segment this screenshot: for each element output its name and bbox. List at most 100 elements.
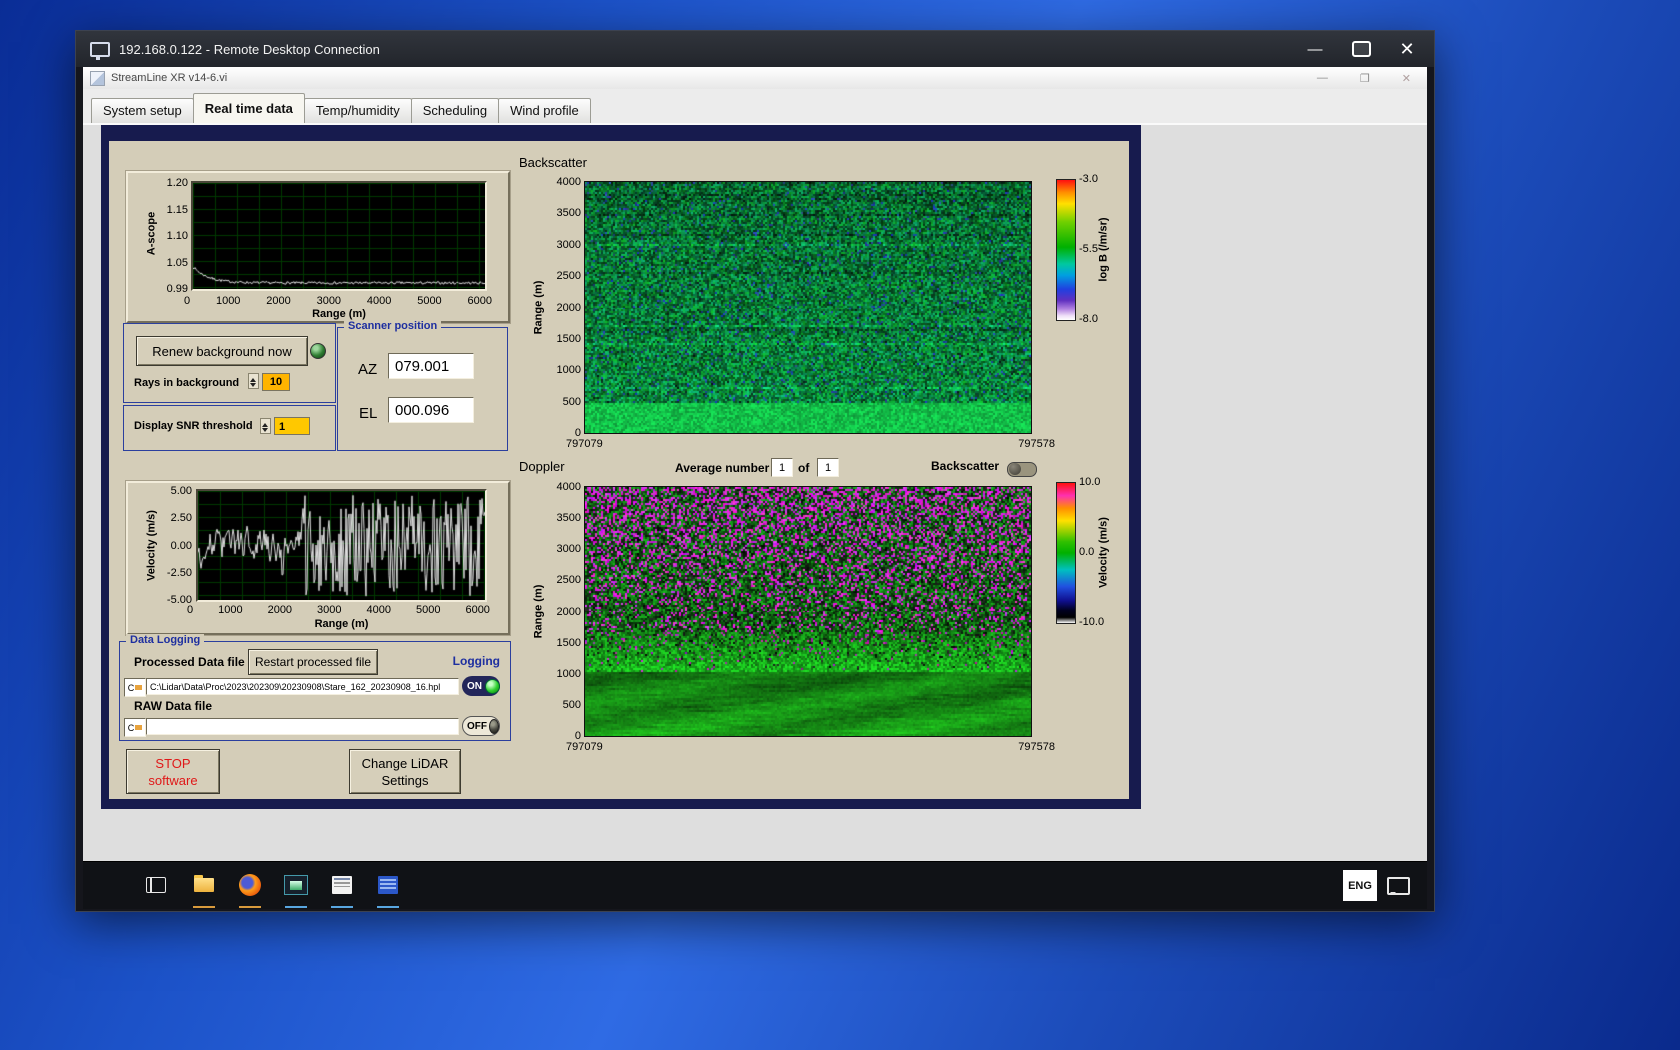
tick-label: 797079 [566, 438, 603, 450]
scan-scheduler-button[interactable] [329, 872, 355, 898]
toggle-off-label: OFF [467, 720, 487, 732]
processed-path-input[interactable] [146, 678, 459, 695]
backscatter-colorbar [1056, 179, 1076, 321]
rays-spinner[interactable] [248, 373, 259, 389]
doppler-y-ticks: 4000 3500 3000 2500 2000 1500 1000 500 0 [539, 481, 581, 742]
average-number-field[interactable]: 1 [771, 458, 793, 477]
backscatter-display-toggle[interactable] [1007, 462, 1037, 477]
stop-line2: software [148, 772, 198, 788]
rdp-window-controls: — ✕ [1300, 31, 1422, 67]
doppler-x-ticks: 797079 797578 [566, 741, 1055, 753]
average-number-label: Average number [675, 461, 770, 475]
renew-background-button[interactable]: Renew background now [136, 336, 308, 366]
tick-label: 3000 [556, 238, 581, 251]
raw-data-file-label: RAW Data file [134, 699, 213, 713]
firefox-icon [239, 874, 261, 896]
rays-value-field[interactable]: 10 [262, 373, 290, 391]
tick-label: -10.0 [1079, 616, 1105, 628]
rdp-window-title: 192.168.0.122 - Remote Desktop Connectio… [119, 41, 380, 57]
app-close-icon[interactable]: ✕ [1402, 72, 1411, 85]
velocity-x-axis-label: Range (m) [314, 618, 369, 630]
tab-wind-profile[interactable]: Wind profile [498, 98, 591, 123]
app-maximize-icon[interactable]: ❐ [1360, 72, 1370, 85]
processed-data-file-label: Processed Data file [134, 655, 245, 669]
spinner-up-icon[interactable] [261, 419, 270, 427]
doppler-colorbar [1056, 482, 1076, 624]
logging-label: Logging [452, 654, 500, 668]
tick-label: 1.10 [166, 230, 188, 242]
app-minimize-icon[interactable]: — [1317, 72, 1328, 84]
processed-drive-selector[interactable]: C [124, 678, 146, 697]
tab-scheduling[interactable]: Scheduling [410, 98, 500, 123]
raw-drive-selector[interactable]: C [124, 718, 146, 737]
snr-threshold-group: Display SNR threshold 1 [123, 405, 336, 451]
display-app-button[interactable] [283, 872, 309, 898]
scanner-position-title: Scanner position [344, 320, 442, 332]
file-explorer-icon [194, 875, 214, 892]
tick-label: 1.20 [166, 177, 188, 189]
doppler-title: Doppler [519, 459, 565, 474]
tick-label: 500 [562, 395, 581, 408]
main-panel-frame: A-scope 1.20 1.15 1.10 1.05 0.99 0 1000 2000 30… [101, 125, 1141, 809]
tick-label: 4000 [366, 604, 391, 616]
tick-label: 2000 [267, 604, 293, 616]
tick-label: 797578 [1018, 438, 1055, 450]
tick-label: -8.0 [1079, 313, 1098, 325]
raw-logging-toggle[interactable]: OFF [462, 716, 500, 736]
logging-on-led [485, 678, 500, 694]
file-explorer-button[interactable] [191, 872, 217, 898]
tick-label: 0.00 [170, 539, 192, 552]
tab-temp-humidity[interactable]: Temp/humidity [303, 98, 412, 123]
drive-letter: C [127, 722, 135, 733]
velocity-plot-area [196, 489, 487, 602]
velocity-x-ticks: 0 1000 2000 3000 4000 5000 6000 [187, 604, 490, 616]
tick-label: 0 [184, 295, 191, 307]
of-label: of [798, 461, 810, 475]
stop-software-button[interactable]: STOP software [126, 749, 220, 794]
firefox-button[interactable] [237, 872, 263, 898]
spinner-down-icon[interactable] [261, 426, 270, 433]
velocity-y-ticks: 5.00 2.50 0.00 -2.50 -5.00 [152, 485, 192, 606]
tick-label: 4000 [366, 295, 392, 307]
spinner-down-icon[interactable] [249, 381, 258, 388]
el-label: EL [359, 405, 378, 422]
maximize-icon[interactable] [1346, 36, 1376, 62]
running-indicator [239, 906, 261, 908]
tick-label: 0 [187, 604, 194, 616]
average-total-field[interactable]: 1 [817, 458, 839, 477]
task-view-button[interactable] [143, 872, 169, 898]
app-titlebar[interactable]: StreamLine XR v14-6.vi — ❐ ✕ [83, 67, 1427, 90]
a-scope-x-axis-label: Range (m) [312, 308, 366, 320]
rays-in-background-label: Rays in background [134, 377, 240, 389]
maximize-box-icon [1351, 41, 1371, 57]
tick-label: 4000 [556, 481, 581, 493]
el-value: 000.096 [388, 397, 474, 423]
remote-screen: StreamLine XR v14-6.vi — ❐ ✕ System setu… [83, 67, 1427, 909]
close-icon[interactable]: ✕ [1392, 36, 1422, 62]
spinner-up-icon[interactable] [249, 374, 258, 382]
tick-label: 1000 [215, 295, 241, 307]
schedule-app-button[interactable] [375, 872, 401, 898]
tab-system-setup[interactable]: System setup [91, 98, 194, 123]
tick-label: 2000 [266, 295, 291, 307]
tick-label: 1000 [556, 364, 581, 377]
rdp-titlebar[interactable]: 192.168.0.122 - Remote Desktop Connectio… [76, 31, 1434, 67]
processed-logging-toggle[interactable]: ON [462, 676, 500, 696]
snr-spinner[interactable] [260, 418, 271, 434]
doppler-heatmap [584, 486, 1032, 737]
backscatter-toggle-label: Backscatter [931, 459, 1000, 473]
backscatter-title: Backscatter [519, 155, 587, 170]
az-label: AZ [358, 361, 378, 378]
tick-label: -5.5 [1079, 243, 1098, 255]
language-indicator[interactable]: ENG [1343, 870, 1377, 901]
restart-processed-file-button[interactable]: Restart processed file [248, 649, 378, 675]
az-value: 079.001 [388, 353, 474, 379]
notification-center-button[interactable] [1387, 877, 1410, 895]
raw-path-input[interactable] [146, 718, 459, 735]
tab-real-time-data[interactable]: Real time data [192, 93, 305, 123]
toggle-knob [1009, 463, 1021, 475]
minimize-icon[interactable]: — [1300, 36, 1330, 62]
toggle-on-label: ON [467, 680, 482, 692]
snr-value-field[interactable]: 1 [274, 417, 310, 435]
change-lidar-settings-button[interactable]: Change LiDAR Settings [349, 749, 461, 794]
